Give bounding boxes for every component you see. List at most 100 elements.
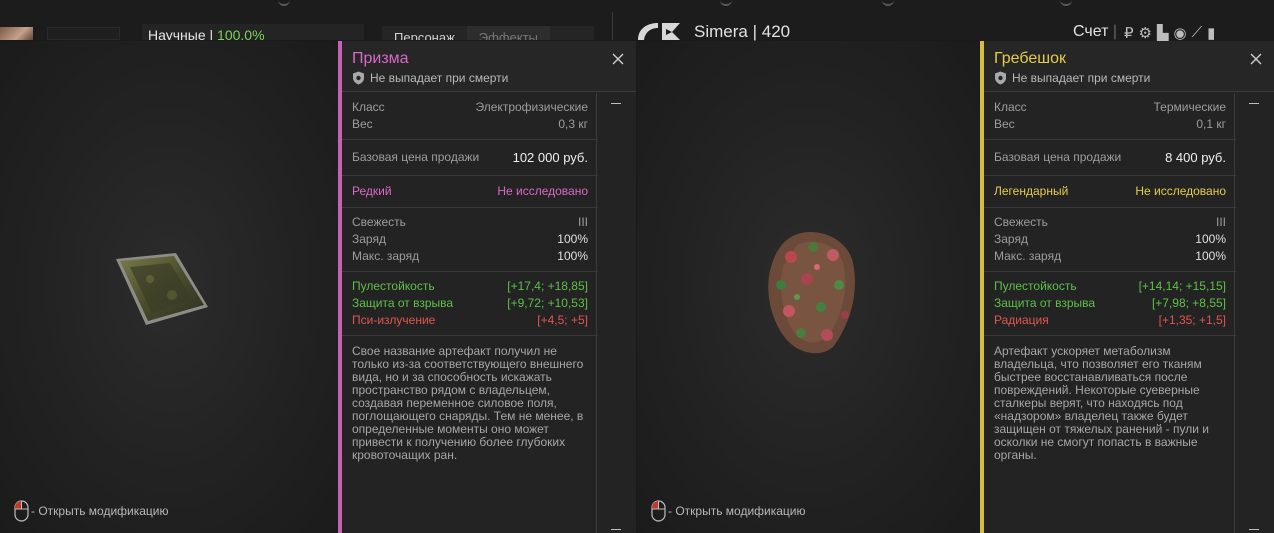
stat-row: Пулестойкость [+17,4; +18,85] [352, 278, 588, 295]
open-modification-text: - Открыть модификацию [668, 504, 806, 518]
close-icon[interactable] [610, 51, 626, 67]
charge-label: Заряд [352, 232, 386, 246]
class-weight-section: Класс Электрофизические Вес 0,3 кг [342, 93, 598, 140]
rarity-section: Легендарный Не исследовано [984, 176, 1236, 208]
stat-separator: | [209, 27, 214, 40]
score-label: Счет | [1073, 23, 1117, 41]
stat-value: [+4,5; +5] [537, 313, 588, 327]
knife-icon[interactable]: ⟋ [1192, 24, 1203, 41]
boot-icon[interactable]: ▙ [1157, 24, 1169, 42]
stat-row: Пулестойкость [+14,14; +15,15] [994, 278, 1226, 295]
no-drop-on-death: Не выпадает при смерти [994, 70, 1150, 86]
score-separator: | [1112, 23, 1118, 40]
open-modification-hint: - Открыть модификацию [651, 500, 806, 522]
freshness-label: Свежесть [994, 215, 1048, 229]
max-charge-value: 100% [1195, 249, 1226, 263]
stat-row: Защита от взрыва [+9,72; +10,53] [352, 295, 588, 312]
weight-label: Вес [352, 117, 373, 131]
class-label: Класс [352, 100, 385, 114]
stat-value: [+7,98; +8,55] [1151, 296, 1226, 310]
price-section: Базовая цена продажи 8 400 руб. [984, 140, 1236, 176]
artifact-preview-right[interactable]: - Открыть модификацию [637, 41, 980, 533]
class-label: Класс [994, 100, 1027, 114]
price-value: 8 400 руб. [1165, 150, 1226, 165]
max-charge-value: 100% [557, 249, 588, 263]
gear-icon[interactable]: ⚙ [1139, 24, 1152, 42]
card-header: Призма Не выпадает при смерти [342, 41, 636, 92]
player-level: 420 [761, 22, 791, 41]
ammo-icon[interactable]: ▮ [1207, 24, 1215, 42]
card-scrollbar[interactable] [596, 93, 636, 533]
no-drop-text: Не выпадает при смерти [370, 71, 509, 85]
artifact-preview-left[interactable]: - Открыть модификацию [0, 41, 338, 533]
stat-value: [+14,14; +15,15] [1138, 279, 1226, 293]
stat-row: Защита от взрыва [+7,98; +8,55] [994, 295, 1226, 312]
compass-icon[interactable]: ◉ [1174, 24, 1187, 42]
stat-value: 100.0% [217, 27, 265, 40]
price-section: Базовая цена продажи 102 000 руб. [342, 140, 598, 176]
equipment-slot[interactable] [47, 27, 120, 40]
stat-row: Пси-излучение [+4,5; +5] [352, 312, 588, 329]
freshness-value: III [577, 215, 588, 229]
freshness-label: Свежесть [352, 215, 406, 229]
scroll-bottom-marker [1249, 529, 1259, 530]
card-body: Класс Термические Вес 0,1 кг Базовая цена … [984, 93, 1236, 471]
artifact-title: Призма [352, 50, 409, 67]
scroll-top-marker [611, 103, 621, 104]
card-header: Гребешок Не выпадает при смерти [984, 41, 1274, 92]
scroll-bottom-marker [611, 529, 621, 530]
tab-effects[interactable]: Эффекты [466, 26, 550, 40]
no-drop-text: Не выпадает при смерти [1012, 71, 1151, 85]
stat-label: Защита от взрыва [994, 296, 1096, 310]
close-icon[interactable] [1248, 51, 1264, 67]
mouse-left-click-icon [651, 500, 666, 522]
charge-label: Заряд [994, 232, 1028, 246]
hud-divider [612, 12, 613, 40]
prism-artifact-model[interactable] [110, 249, 210, 327]
class-value: Электрофизические [475, 100, 588, 114]
no-drop-on-death: Не выпадает при смерти [352, 70, 508, 86]
open-modification-hint: - Открыть модификацию [14, 500, 169, 522]
artifact-description: Свое название артефакт получил не только… [352, 344, 584, 462]
card-body: Класс Электрофизические Вес 0,3 кг Базовая… [342, 93, 598, 471]
price-label: Базовая цена продажи [994, 150, 1122, 164]
freshness-value: III [1215, 215, 1226, 229]
shield-icon [995, 71, 1006, 85]
weight-label: Вес [994, 117, 1015, 131]
stats-section: Пулестойкость [+17,4; +18,85] Защита от в… [342, 272, 598, 336]
stats-section: Пулестойкость [+14,14; +15,15] Защита от … [984, 272, 1236, 336]
player-separator: | [752, 22, 758, 41]
group-logo-icon [638, 23, 680, 40]
tab-character[interactable]: Персонаж [382, 26, 467, 40]
card-scrollbar[interactable] [1234, 93, 1274, 533]
stat-value: [+1,35; +1,5] [1158, 313, 1226, 327]
ruble-icon[interactable]: ₽ [1124, 24, 1134, 42]
character-tabs: Персонаж Эффекты [382, 26, 594, 40]
price-value: 102 000 руб. [512, 150, 588, 165]
max-charge-label: Макс. заряд [352, 249, 420, 263]
charge-value: 100% [1195, 232, 1226, 246]
stat-label: Научные [148, 27, 206, 40]
class-weight-section: Класс Термические Вес 0,1 кг [984, 93, 1236, 140]
price-label: Базовая цена продажи [352, 150, 480, 164]
weight-value: 0,3 кг [558, 117, 588, 131]
research-status: Не исследовано [497, 184, 588, 198]
weight-value: 0,1 кг [1196, 117, 1226, 131]
stat-label: Пси-излучение [352, 313, 436, 327]
stat-value: [+9,72; +10,53] [507, 296, 588, 310]
research-status: Не исследовано [1135, 184, 1226, 198]
character-portrait[interactable] [0, 27, 33, 40]
stat-label: Защита от взрыва [352, 296, 454, 310]
rarity-label: Легендарный [994, 184, 1069, 198]
artifact-card-prism: Призма Не выпадает при смерти Класс Элект… [338, 41, 636, 533]
comb-artifact-model[interactable] [761, 227, 861, 357]
artifact-title: Гребешок [994, 50, 1066, 67]
mouse-left-click-icon [14, 500, 29, 522]
max-charge-label: Макс. заряд [994, 249, 1062, 263]
rarity-label: Редкий [352, 184, 392, 198]
stat-label: Пулестойкость [994, 279, 1077, 293]
player-name: Simera | 420 [694, 22, 790, 42]
artifact-card-comb: Гребешок Не выпадает при смерти Класс Тер… [980, 41, 1274, 533]
shield-icon [353, 71, 364, 85]
stat-label: Радиация [994, 313, 1049, 327]
